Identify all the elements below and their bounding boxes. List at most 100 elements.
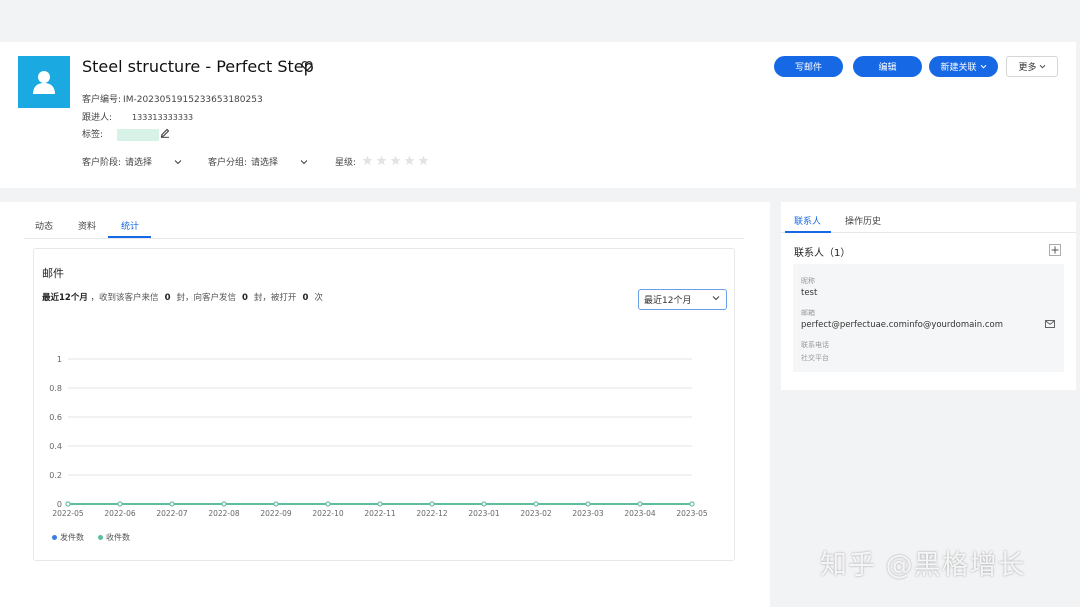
x-tick-label: 2022-06 <box>104 509 136 518</box>
group-select[interactable]: 客户分组: 请选择 <box>208 155 308 168</box>
customer-id-label: 客户编号: <box>82 95 122 105</box>
follower-value: 133313333333 <box>132 113 194 122</box>
tab-activity[interactable]: 动态 <box>35 219 53 232</box>
new-link-label: 新建关联 <box>940 63 977 73</box>
customer-name: Steel structure - Perfect Step <box>82 57 314 76</box>
edit-tag-pencil-icon[interactable] <box>160 128 170 138</box>
summary-text-4: 次 <box>314 293 323 303</box>
range-select[interactable]: 最近12个月 <box>638 289 727 310</box>
data-point <box>65 501 71 507</box>
x-tick-label: 2023-04 <box>624 509 656 518</box>
star-icon[interactable] <box>362 155 373 166</box>
chevron-down-icon <box>712 296 720 301</box>
stage-label: 客户阶段: <box>82 158 122 168</box>
summary-period: 最近12个月 <box>42 293 88 303</box>
rating-label: 星级: <box>335 158 357 168</box>
tab-contacts[interactable]: 联系人 <box>794 214 821 227</box>
y-tick-label: 0.6 <box>49 413 62 422</box>
new-link-button[interactable]: 新建关联 <box>929 56 998 77</box>
chevron-down-icon <box>980 64 986 69</box>
y-tick-label: 1 <box>57 355 62 364</box>
legend-sent-dot <box>52 535 57 540</box>
stage-select[interactable]: 客户阶段: 请选择 <box>82 155 182 168</box>
mail-icon[interactable] <box>1045 320 1055 328</box>
email-label: 邮箱 <box>801 309 815 317</box>
email-value[interactable]: perfect@perfectuae.cominfo@yourdomain.co… <box>801 320 1003 330</box>
data-point <box>325 501 331 507</box>
contact-item[interactable]: 昵称 test 邮箱 perfect@perfectuae.cominfo@yo… <box>793 264 1064 372</box>
group-value: 请选择 <box>251 158 279 168</box>
range-value: 最近12个月 <box>644 296 692 306</box>
x-tick-label: 2022-05 <box>52 509 84 518</box>
star-icon[interactable] <box>418 155 429 166</box>
x-tick-label: 2023-01 <box>468 509 500 518</box>
x-tick-label: 2022-12 <box>416 509 448 518</box>
tag-chip[interactable] <box>117 128 160 141</box>
add-contact-plus-icon[interactable] <box>1049 244 1061 256</box>
active-tab-indicator <box>108 236 151 238</box>
data-point <box>689 501 695 507</box>
tag-row: 标签: <box>82 127 160 141</box>
summary-sent: 0 <box>242 293 248 303</box>
tab-operation-history[interactable]: 操作历史 <box>845 214 881 227</box>
stats-title: 邮件 <box>42 267 64 280</box>
data-point <box>169 501 175 507</box>
group-label: 客户分组: <box>208 158 248 168</box>
summary-text-2: 封，向客户发信 <box>176 293 236 303</box>
tab-profile[interactable]: 资料 <box>78 219 96 232</box>
follower-label: 跟进人: <box>82 113 113 123</box>
stage-value: 请选择 <box>125 158 153 168</box>
x-tick-label: 2022-07 <box>156 509 188 518</box>
y-tick-label: 0 <box>57 500 62 509</box>
y-tick-label: 0.8 <box>49 384 62 393</box>
more-button[interactable]: 更多 <box>1006 56 1058 77</box>
content-tabs: 动态 资料 统计 <box>24 202 744 239</box>
data-point <box>585 501 591 507</box>
side-active-tab-indicator <box>785 231 831 233</box>
summary-text-1: ，收到该客户来信 <box>90 293 159 303</box>
favorite-heart-icon[interactable] <box>301 60 313 72</box>
data-point <box>481 501 487 507</box>
chevron-down-icon <box>300 159 308 164</box>
y-tick-label: 0.4 <box>49 442 62 451</box>
data-point <box>637 501 643 507</box>
data-point <box>377 501 383 507</box>
x-tick-label: 2023-05 <box>676 509 708 518</box>
legend-sent[interactable]: 发件数 <box>52 532 84 543</box>
chart-legend: 发件数 收件数 <box>52 532 130 543</box>
x-tick-label: 2022-08 <box>208 509 240 518</box>
legend-sent-label: 发件数 <box>60 533 84 542</box>
rating-stars[interactable] <box>362 155 429 166</box>
summary-opened: 0 <box>302 293 309 303</box>
mail-line-chart: 1 0.8 0.6 0.4 0.2 02022-05 2022-06 2022-07 2022-… <box>49 355 708 518</box>
customer-id-value: IM-2023051915233653180253 <box>123 95 263 105</box>
data-point <box>429 501 435 507</box>
star-icon[interactable] <box>404 155 415 166</box>
user-icon <box>33 71 55 94</box>
watermark: 知乎 @黑格增长 <box>820 550 1026 581</box>
customer-id-row: 客户编号: IM-2023051915233653180253 <box>82 92 263 105</box>
x-tick-label: 2022-10 <box>312 509 344 518</box>
x-tick-label: 2022-11 <box>364 509 396 518</box>
legend-received-dot <box>98 535 103 540</box>
legend-received[interactable]: 收件数 <box>98 532 130 543</box>
data-point <box>533 501 539 507</box>
data-point <box>221 501 227 507</box>
data-point <box>273 501 279 507</box>
more-label: 更多 <box>1018 63 1037 73</box>
rating-row: 星级: <box>335 155 356 168</box>
summary-text-3: 封，被打开 <box>253 293 297 303</box>
contacts-title: 联系人（1） <box>794 248 851 259</box>
legend-received-label: 收件数 <box>106 533 130 542</box>
mail-stats-panel: 邮件 最近12个月 ，收到该客户来信 0 封，向客户发信 0 封，被打开 0 次 最近12个… <box>33 248 735 561</box>
tab-statistics[interactable]: 统计 <box>121 219 139 232</box>
edit-button[interactable]: 编辑 <box>853 56 922 77</box>
social-label: 社交平台 <box>801 354 829 362</box>
follower-row: 跟进人: 133313333333 <box>82 110 193 123</box>
write-mail-button[interactable]: 写邮件 <box>774 56 843 77</box>
star-icon[interactable] <box>376 155 387 166</box>
summary-received: 0 <box>164 293 171 303</box>
contacts-card: 联系人 操作历史 联系人（1） 昵称 test 邮箱 perfect@perfe… <box>781 202 1076 390</box>
star-icon[interactable] <box>390 155 401 166</box>
side-tabs: 联系人 操作历史 <box>781 202 1076 233</box>
